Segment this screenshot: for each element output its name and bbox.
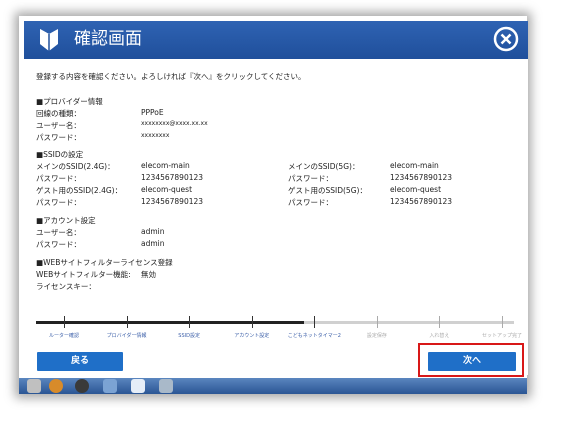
folder-icon[interactable]	[103, 379, 117, 393]
intro-text: 登録する内容を確認ください。よろしければ『次へ』をクリックしてください。	[36, 72, 306, 81]
ssid-heading: ■SSIDの設定	[36, 150, 84, 159]
provider-value: xxxxxxxx@xxxx.xx.xx	[141, 120, 208, 127]
progress-step-tick	[189, 316, 191, 328]
progress-step-label: 設定保存	[366, 333, 387, 339]
ssid-value: elecom-quest	[390, 185, 442, 194]
ssid-value: elecom-main	[390, 161, 439, 170]
ssid-value: elecom-main	[141, 161, 190, 170]
progress-step-tick	[314, 316, 316, 328]
account-label: パスワード：	[36, 240, 81, 249]
ssid-label: パスワード：	[36, 174, 81, 183]
ssid-label: パスワード：	[288, 198, 333, 207]
progress-step-label: セットアップ完了	[481, 333, 523, 339]
progress-step-tick	[126, 316, 128, 328]
start-orb-icon[interactable]	[27, 379, 41, 393]
provider-value: xxxxxxxx	[141, 132, 170, 139]
ssid-value: 1234567890123	[141, 197, 204, 206]
progress-step-label: ルーター確認	[48, 333, 80, 339]
provider-heading: ■プロバイダー情報	[36, 97, 103, 106]
account-value: admin	[141, 227, 165, 236]
progress-step-tick	[64, 316, 65, 328]
taskbar	[19, 378, 527, 394]
ssid-label: ゲスト用のSSID(2.4G)：	[36, 186, 123, 195]
provider-value: PPPoE	[141, 108, 164, 117]
provider-label: 回線の種類：	[36, 109, 81, 118]
progress-step-tick	[251, 316, 253, 328]
ssid-value: 1234567890123	[390, 197, 453, 206]
media-player-icon[interactable]	[49, 379, 63, 393]
network-app-icon[interactable]	[131, 379, 145, 393]
ssid-value: 1234567890123	[390, 173, 453, 182]
progress-step-label: SSID設定	[178, 333, 200, 339]
webfilter-value: 無効	[141, 270, 156, 279]
webfilter-label: WEBサイトフィルター機能:	[36, 270, 131, 279]
progress-step-label: 入れ替え	[429, 333, 450, 339]
progress-fill	[36, 321, 304, 324]
progress-step-label: こどもネットタイマー2	[287, 333, 341, 339]
ssid-label: メインのSSID(5G)：	[288, 162, 360, 171]
progress-step-tick	[502, 316, 503, 328]
ssid-label: パスワード：	[36, 198, 81, 207]
provider-label: パスワード：	[36, 133, 81, 142]
ssid-value: 1234567890123	[141, 173, 204, 182]
setup-progress-bar	[36, 321, 514, 324]
progress-step-label: アカウント設定	[234, 333, 270, 339]
account-label: ユーザー名：	[36, 228, 81, 237]
title-bar: 確認画面	[24, 21, 528, 59]
beginner-mark-icon	[40, 29, 58, 51]
browser-icon[interactable]	[75, 379, 89, 393]
next-button-highlight	[418, 343, 524, 377]
settings-app-icon[interactable]	[159, 379, 173, 393]
confirmation-content: 登録する内容を確認ください。よろしければ『次へ』をクリックしてください。 ■プロ…	[24, 59, 528, 375]
progress-step-label: プロバイダー情報	[106, 333, 147, 339]
provider-label: ユーザー名：	[36, 121, 81, 130]
account-heading: ■アカウント設定	[36, 216, 96, 225]
webfilter-heading: ■WEBサイトフィルターライセンス登録	[36, 258, 173, 267]
window-title: 確認画面	[74, 29, 142, 49]
close-icon[interactable]	[492, 25, 520, 53]
progress-step-tick	[376, 316, 378, 328]
ssid-label: パスワード：	[288, 174, 333, 183]
progress-step-tick	[439, 316, 441, 328]
ssid-value: elecom-quest	[141, 185, 193, 194]
account-value: admin	[141, 239, 165, 248]
webfilter-label: ライセンスキー：	[36, 282, 96, 291]
back-button[interactable]: 戻る	[37, 352, 123, 371]
ssid-label: メインのSSID(2.4G)：	[36, 162, 115, 171]
ssid-label: ゲスト用のSSID(5G)：	[288, 186, 367, 195]
